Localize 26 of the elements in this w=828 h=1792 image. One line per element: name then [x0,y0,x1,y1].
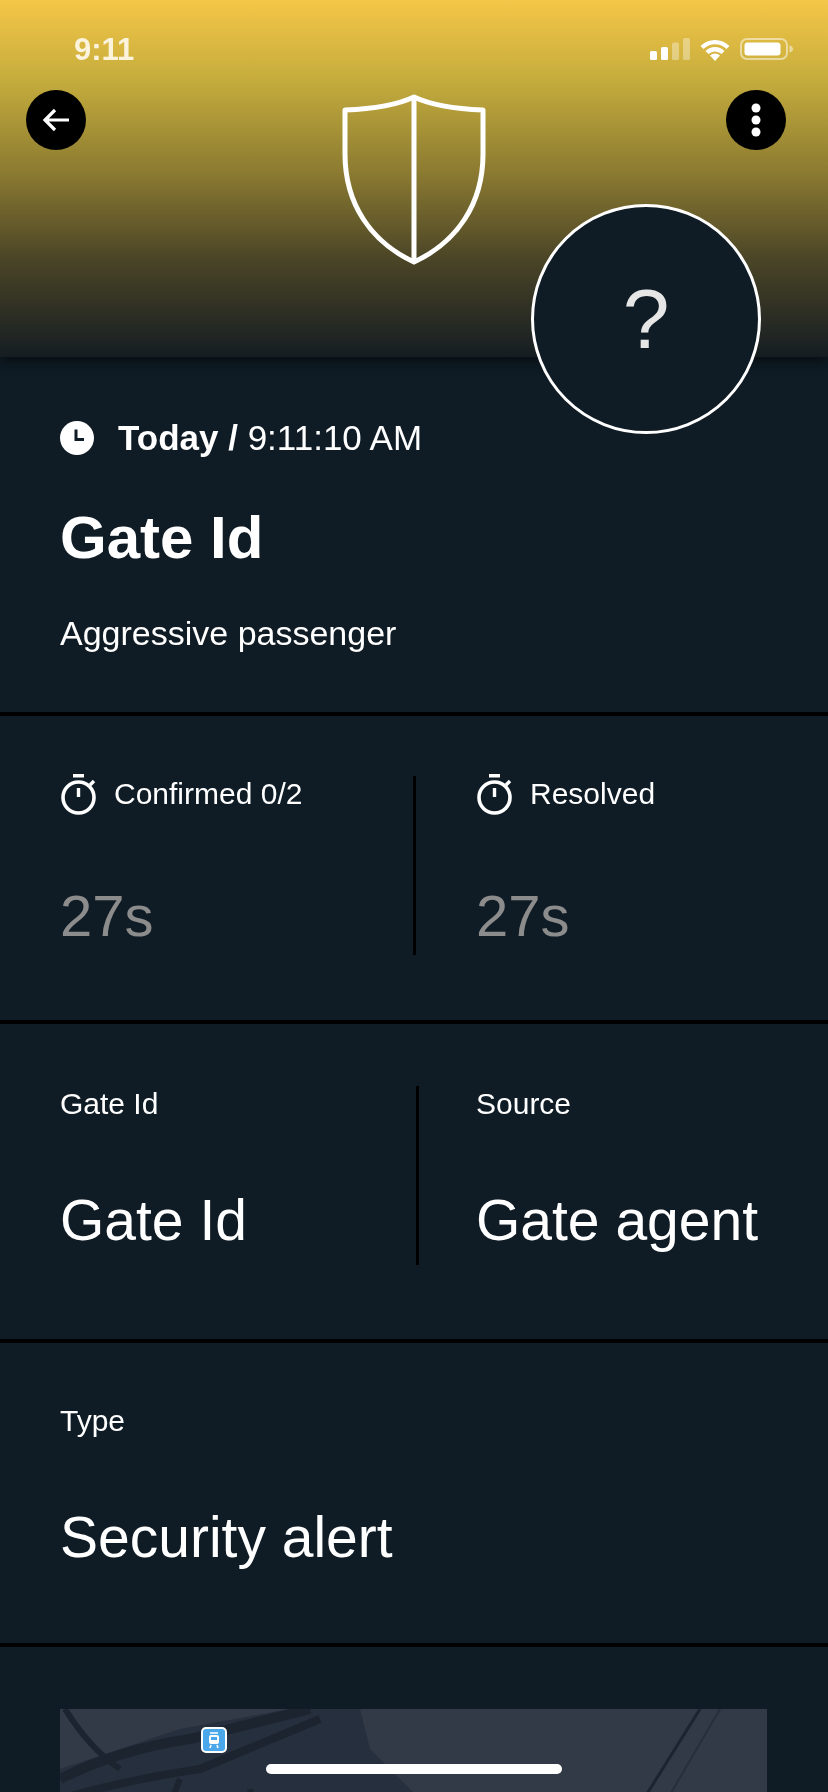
shield-icon [341,94,487,265]
back-arrow-icon [42,108,70,132]
event-timestamp: Today / 9:11:10 AM [118,418,423,458]
detail-label: Source [476,1086,573,1122]
menu-dots-icon [751,103,761,137]
signal-icon [650,38,690,60]
timer-label: Confirmed 0/2 [114,776,303,812]
timer-value: 27s [60,884,155,948]
timer-value: 27s [476,884,571,948]
stopwatch-icon [60,773,98,815]
type-label: Type [60,1403,127,1439]
detail-label: Gate Id [60,1086,160,1122]
type-value: Security alert [60,1505,394,1569]
wifi-icon [699,37,731,61]
event-description: Aggressive passenger [60,613,398,653]
detail-value: Gate agent [476,1188,759,1252]
detail-value: Gate Id [60,1188,248,1252]
event-title: Gate Id [60,504,265,572]
timer-label: Resolved [530,776,656,812]
more-options-button[interactable] [726,90,786,150]
status-time: 9:11 [74,33,135,65]
battery-icon [740,38,793,60]
back-button[interactable] [26,90,86,150]
clock-icon [60,421,94,455]
train-marker-icon [201,1727,227,1753]
stopwatch-icon [476,773,514,815]
